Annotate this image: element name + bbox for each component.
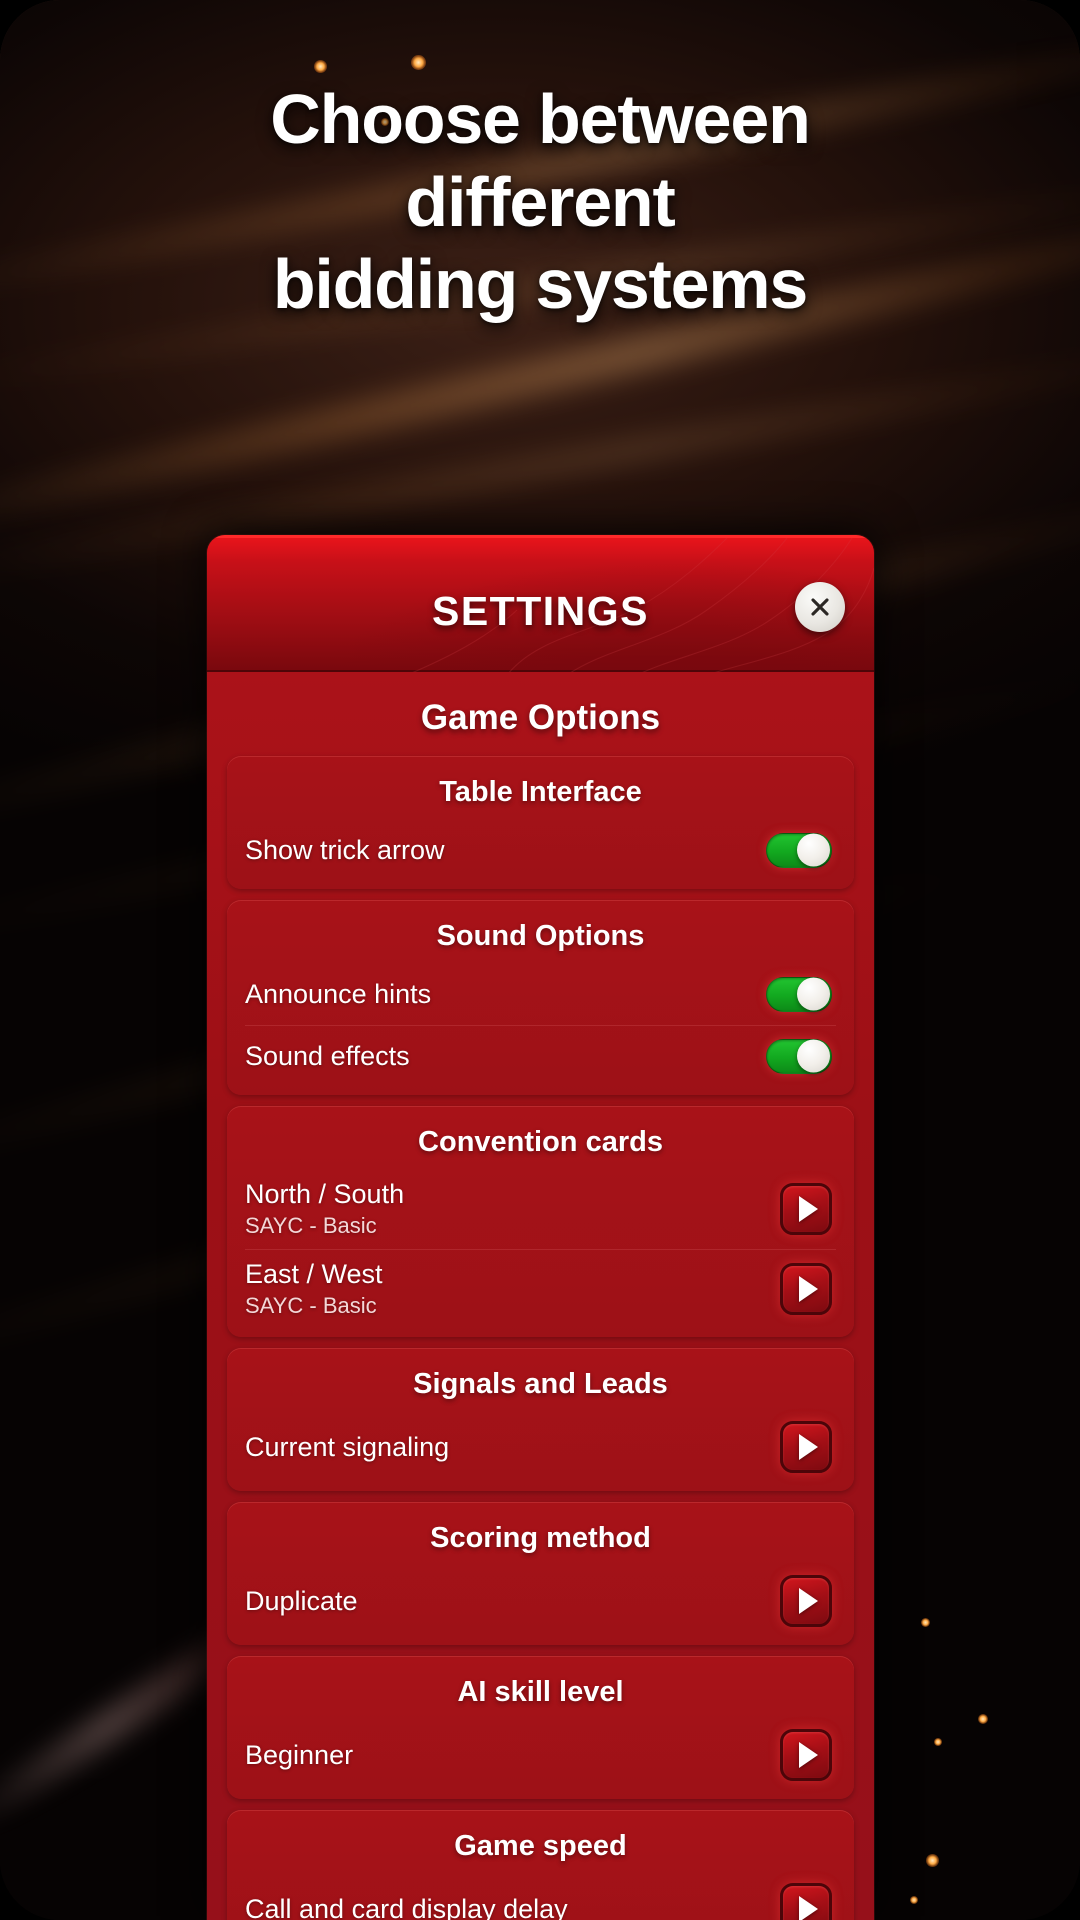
toggle-switch[interactable] — [766, 1038, 832, 1074]
triangle-glyph — [799, 1588, 818, 1614]
triangle-glyph — [799, 1742, 818, 1768]
row-labels: Beginner — [245, 1740, 353, 1771]
group-title: Convention cards — [418, 1126, 663, 1158]
settings-group: Table Interface Show trick arrow — [227, 756, 854, 889]
open-arrow-icon[interactable] — [780, 1421, 832, 1473]
settings-group: Convention cards North / South SAYC - Basi… — [227, 1106, 854, 1337]
open-arrow-icon[interactable] — [780, 1729, 832, 1781]
settings-panel: SETTINGS Game Options Table Interface Sho… — [207, 535, 874, 1920]
row-label: Duplicate — [245, 1585, 358, 1616]
settings-group: Sound Options Announce hints Sound effects — [227, 900, 854, 1095]
spark-dot — [313, 59, 327, 73]
settings-groups: Table Interface Show trick arrow Sound Opt… — [227, 756, 854, 1920]
row-label: North / South — [245, 1179, 405, 1209]
open-arrow-icon[interactable] — [780, 1575, 832, 1627]
close-x-glyph — [811, 598, 829, 616]
headline-line-3: bidding systems — [272, 245, 809, 324]
settings-group: Game speed Call and card display delay — [227, 1810, 854, 1920]
group-title: Table Interface — [439, 776, 642, 808]
spark-dot — [410, 54, 426, 70]
settings-group: AI skill level Beginner — [227, 1656, 854, 1799]
row-label: Sound effects — [245, 1040, 410, 1071]
spark-dot — [934, 1738, 942, 1746]
row-labels: Call and card display delay — [245, 1894, 568, 1920]
group-title: Game speed — [454, 1830, 627, 1862]
triangle-glyph — [799, 1276, 818, 1302]
row-subtitle: SAYC - Basic — [245, 1293, 377, 1318]
group-title: Scoring method — [430, 1522, 651, 1554]
settings-group: Signals and Leads Current signaling — [227, 1348, 854, 1491]
triangle-glyph — [799, 1434, 818, 1460]
settings-row[interactable]: Call and card display delay — [227, 1873, 854, 1920]
triangle-glyph — [799, 1196, 818, 1222]
group-title: Signals and Leads — [413, 1368, 668, 1400]
open-arrow-icon[interactable] — [780, 1883, 832, 1920]
toggle-switch[interactable] — [766, 832, 832, 868]
row-label: Beginner — [245, 1739, 354, 1770]
phone-screenshot: Choose between different bidding systems… — [0, 0, 1080, 1920]
settings-row[interactable]: East / West SAYC - Basic — [227, 1249, 854, 1329]
headline-line-1: Choose between — [270, 80, 811, 158]
settings-row: Announce hints — [227, 963, 854, 1025]
settings-panel-body: Game Options Table Interface Show trick a… — [207, 672, 874, 1920]
page-title: SETTINGS — [431, 588, 650, 634]
row-label: Current signaling — [245, 1431, 450, 1462]
headline-line-2: different — [405, 162, 675, 241]
row-labels: Sound effects — [245, 1041, 410, 1072]
settings-row[interactable]: North / South SAYC - Basic — [227, 1169, 854, 1249]
row-subtitle: SAYC - Basic — [245, 1213, 377, 1238]
row-labels: Announce hints — [245, 979, 431, 1010]
row-label: Announce hints — [245, 978, 432, 1009]
section-heading-game-options: Game Options — [420, 698, 661, 737]
row-labels: North / South SAYC - Basic — [245, 1179, 404, 1239]
group-title: AI skill level — [457, 1676, 624, 1708]
toggle-knob — [797, 833, 830, 867]
open-arrow-icon[interactable] — [780, 1183, 832, 1235]
settings-row: Show trick arrow — [227, 819, 854, 881]
group-title: Sound Options — [436, 920, 645, 952]
settings-row[interactable]: Beginner — [227, 1719, 854, 1791]
spark-dot — [978, 1714, 988, 1724]
promo-headline: Choose between different bidding systems — [0, 78, 1080, 326]
close-icon[interactable] — [795, 582, 845, 632]
triangle-glyph — [799, 1896, 818, 1920]
settings-panel-header: SETTINGS — [207, 535, 874, 675]
row-labels: Duplicate — [245, 1586, 358, 1617]
settings-row[interactable]: Current signaling — [227, 1411, 854, 1483]
open-arrow-icon[interactable] — [780, 1263, 832, 1315]
row-labels: Show trick arrow — [245, 835, 445, 866]
spark-dot — [920, 1617, 930, 1627]
settings-group: Scoring method Duplicate — [227, 1502, 854, 1645]
row-labels: Current signaling — [245, 1432, 449, 1463]
row-label: Show trick arrow — [245, 834, 445, 865]
settings-row: Sound effects — [227, 1025, 854, 1087]
row-label: Call and card display delay — [245, 1893, 568, 1920]
spark-dot — [910, 1896, 918, 1904]
settings-row[interactable]: Duplicate — [227, 1565, 854, 1637]
toggle-switch[interactable] — [766, 976, 832, 1012]
spark-dot — [925, 1853, 939, 1867]
toggle-knob — [797, 977, 830, 1011]
row-labels: East / West SAYC - Basic — [245, 1259, 383, 1319]
toggle-knob — [797, 1039, 830, 1073]
row-label: East / West — [245, 1259, 383, 1289]
